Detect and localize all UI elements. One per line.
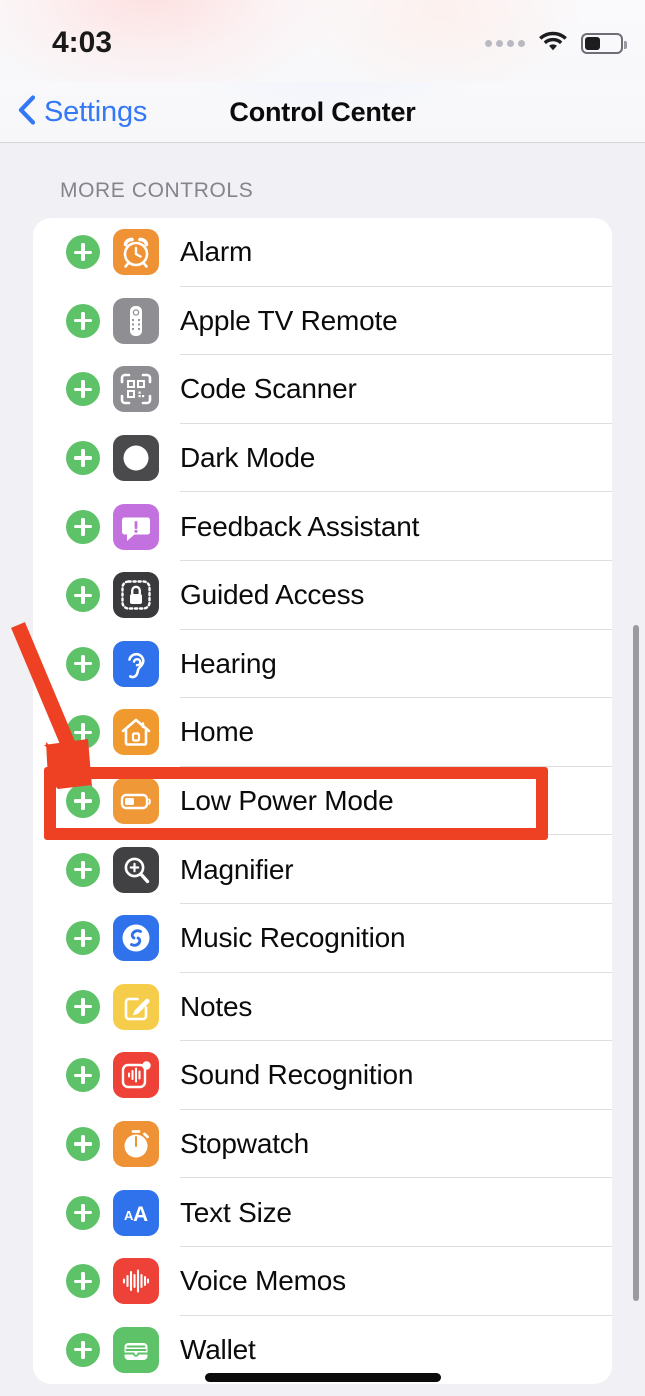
table-row-label: Text Size bbox=[180, 1196, 292, 1228]
alarm-clock-icon bbox=[113, 229, 159, 276]
shazam-icon bbox=[113, 915, 159, 962]
feedback-bubble-icon bbox=[113, 503, 159, 550]
table-row[interactable]: Voice Memos bbox=[33, 1247, 612, 1316]
home-house-icon bbox=[113, 709, 159, 756]
table-row-label: Low Power Mode bbox=[180, 785, 394, 817]
sound-recognition-icon bbox=[113, 1052, 159, 1099]
section-header-more-controls: MORE CONTROLS bbox=[60, 179, 254, 202]
more-controls-list: Alarm Apple TV Remote Code Scanner Dark … bbox=[33, 218, 612, 1385]
add-plus-icon[interactable] bbox=[66, 441, 100, 476]
add-plus-icon[interactable] bbox=[66, 1195, 100, 1230]
table-row[interactable]: Music Recognition bbox=[33, 904, 612, 973]
dark-mode-circle-icon bbox=[113, 435, 159, 482]
table-row-label: Code Scanner bbox=[180, 373, 357, 405]
battery-icon bbox=[581, 33, 627, 54]
table-row-label: Sound Recognition bbox=[180, 1059, 414, 1091]
wifi-icon bbox=[538, 30, 568, 57]
table-row[interactable]: Code Scanner bbox=[33, 355, 612, 424]
add-plus-icon[interactable] bbox=[66, 1264, 100, 1299]
magnifier-icon bbox=[113, 846, 159, 893]
chevron-left-icon bbox=[18, 94, 36, 130]
navigation-bar: Control Center Settings bbox=[0, 82, 645, 143]
stopwatch-icon bbox=[113, 1121, 159, 1168]
table-row-label: Voice Memos bbox=[180, 1265, 346, 1297]
hearing-ear-icon bbox=[113, 640, 159, 687]
add-plus-icon[interactable] bbox=[66, 921, 100, 956]
table-row[interactable]: Magnifier bbox=[33, 835, 612, 904]
guided-access-lock-icon bbox=[113, 572, 159, 619]
add-plus-icon[interactable] bbox=[66, 1127, 100, 1162]
status-bar-indicators bbox=[485, 30, 627, 57]
add-plus-icon[interactable] bbox=[66, 372, 100, 407]
table-row[interactable]: Sound Recognition bbox=[33, 1041, 612, 1110]
table-row-label: Alarm bbox=[180, 236, 253, 268]
table-row-label: Dark Mode bbox=[180, 442, 316, 474]
table-row[interactable]: Stopwatch bbox=[33, 1110, 612, 1179]
home-indicator bbox=[204, 1373, 441, 1382]
add-plus-icon[interactable] bbox=[66, 303, 100, 338]
table-row-label: Guided Access bbox=[180, 579, 365, 611]
settings-content: MORE CONTROLS Alarm Apple TV Remote Code… bbox=[0, 143, 645, 1396]
table-row[interactable]: Apple TV Remote bbox=[33, 287, 612, 356]
iphone-screen: 4:03 Control Center Settings MORE CONTRO… bbox=[0, 0, 645, 1396]
back-button[interactable]: Settings bbox=[18, 82, 147, 142]
table-row[interactable]: Hearing bbox=[33, 630, 612, 699]
table-row-label: Wallet bbox=[180, 1333, 256, 1365]
table-row-label: Hearing bbox=[180, 647, 277, 679]
add-plus-icon[interactable] bbox=[66, 578, 100, 613]
status-bar: 4:03 bbox=[0, 0, 645, 82]
add-plus-icon[interactable] bbox=[66, 235, 100, 270]
vertical-scrollbar[interactable] bbox=[633, 625, 639, 1301]
table-row-label: Magnifier bbox=[180, 853, 294, 885]
table-row[interactable]: A A Text Size bbox=[33, 1178, 612, 1247]
add-plus-icon[interactable] bbox=[66, 989, 100, 1024]
wallet-icon bbox=[113, 1326, 159, 1373]
svg-text:A: A bbox=[133, 1203, 148, 1226]
voice-memos-waveform-icon bbox=[113, 1258, 159, 1305]
table-row-label: Apple TV Remote bbox=[180, 304, 398, 336]
table-row[interactable]: Home bbox=[33, 698, 612, 767]
table-row[interactable]: Low Power Mode bbox=[33, 767, 612, 836]
table-row[interactable]: Alarm bbox=[33, 218, 612, 287]
add-plus-icon[interactable] bbox=[66, 646, 100, 681]
table-row[interactable]: Feedback Assistant bbox=[33, 492, 612, 561]
text-size-aa-icon: A A bbox=[113, 1189, 159, 1236]
table-row-label: Feedback Assistant bbox=[180, 510, 420, 542]
table-row-label: Notes bbox=[180, 990, 253, 1022]
add-plus-icon[interactable] bbox=[66, 852, 100, 887]
table-row-label: Home bbox=[180, 716, 254, 748]
add-plus-icon[interactable] bbox=[66, 1058, 100, 1093]
qr-code-scanner-icon bbox=[113, 366, 159, 413]
notes-pencil-icon bbox=[113, 983, 159, 1030]
add-plus-icon[interactable] bbox=[66, 784, 100, 819]
table-row[interactable]: Guided Access bbox=[33, 561, 612, 630]
table-row-label: Stopwatch bbox=[180, 1128, 309, 1160]
back-button-label: Settings bbox=[44, 95, 148, 128]
status-bar-clock: 4:03 bbox=[52, 26, 113, 59]
add-plus-icon[interactable] bbox=[66, 509, 100, 544]
cellular-dots-icon bbox=[485, 40, 525, 47]
table-row-label: Music Recognition bbox=[180, 922, 406, 954]
low-power-battery-icon bbox=[113, 778, 159, 825]
add-plus-icon[interactable] bbox=[66, 1332, 100, 1367]
tv-remote-icon bbox=[113, 297, 159, 344]
add-plus-icon[interactable] bbox=[66, 715, 100, 750]
table-row[interactable]: Notes bbox=[33, 973, 612, 1042]
table-row[interactable]: Dark Mode bbox=[33, 424, 612, 493]
